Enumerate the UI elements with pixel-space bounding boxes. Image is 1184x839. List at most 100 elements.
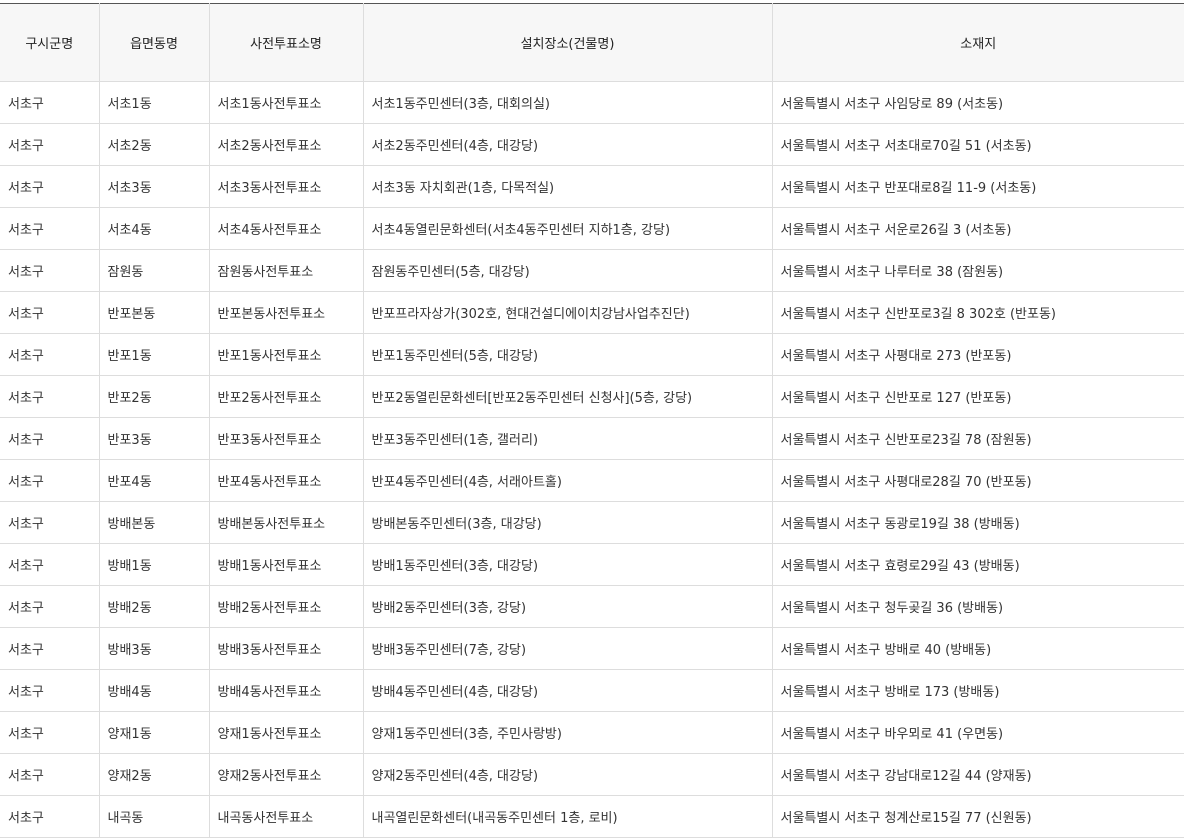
cell-polling-station: 방배본동사전투표소 (209, 501, 364, 544)
cell-location-building: 서초2동주민센터(4층, 대강당) (363, 123, 773, 166)
cell-dong: 양재1동 (99, 711, 210, 754)
cell-district: 서초구 (0, 207, 100, 250)
table-row: 서초구 반포3동 반포3동사전투표소 반포3동주민센터(1층, 갤러리) 서울특별시 서… (0, 417, 1184, 460)
header-location-building: 설치장소(건물명) (363, 3, 773, 82)
table-row: 서초구 서초2동 서초2동사전투표소 서초2동주민센터(4층, 대강당) 서울특별시 서… (0, 123, 1184, 166)
header-dong: 읍면동명 (99, 3, 210, 82)
table-body: 서초구 서초1동 서초1동사전투표소 서초1동주민센터(3층, 대회의실) 서울특별시 … (0, 81, 1184, 838)
table-row: 서초구 방배4동 방배4동사전투표소 방배4동주민센터(4층, 대강당) 서울특별시 서… (0, 669, 1184, 712)
cell-dong: 방배3동 (99, 627, 210, 670)
cell-polling-station: 반포4동사전투표소 (209, 459, 364, 502)
cell-district: 서초구 (0, 291, 100, 334)
cell-address: 서울특별시 서초구 방배로 40 (방배동) (772, 627, 1184, 670)
cell-polling-station: 내곡동사전투표소 (209, 795, 364, 838)
cell-dong: 반포3동 (99, 417, 210, 460)
table-row: 서초구 반포본동 반포본동사전투표소 반포프라자상가(302호, 현대건설디에이치강남… (0, 291, 1184, 334)
header-polling-station: 사전투표소명 (209, 3, 364, 82)
cell-address: 서울특별시 서초구 신반포로3길 8 302호 (반포동) (772, 291, 1184, 334)
cell-polling-station: 서초3동사전투표소 (209, 165, 364, 208)
cell-address: 서울특별시 서초구 신반포로23길 78 (잠원동) (772, 417, 1184, 460)
cell-address: 서울특별시 서초구 사평대로 273 (반포동) (772, 333, 1184, 376)
cell-polling-station: 방배4동사전투표소 (209, 669, 364, 712)
cell-address: 서울특별시 서초구 신반포로 127 (반포동) (772, 375, 1184, 418)
cell-dong: 방배본동 (99, 501, 210, 544)
cell-location-building: 양재1동주민센터(3층, 주민사랑방) (363, 711, 773, 754)
cell-polling-station: 서초2동사전투표소 (209, 123, 364, 166)
cell-address: 서울특별시 서초구 강남대로12길 44 (양재동) (772, 753, 1184, 796)
table-row: 서초구 서초3동 서초3동사전투표소 서초3동 자치회관(1층, 다목적실) 서울특별시… (0, 165, 1184, 208)
cell-district: 서초구 (0, 459, 100, 502)
cell-dong: 방배2동 (99, 585, 210, 628)
table-row: 서초구 잠원동 잠원동사전투표소 잠원동주민센터(5층, 대강당) 서울특별시 서초구 … (0, 249, 1184, 292)
cell-polling-station: 방배3동사전투표소 (209, 627, 364, 670)
cell-address: 서울특별시 서초구 서운로26길 3 (서초동) (772, 207, 1184, 250)
cell-district: 서초구 (0, 711, 100, 754)
cell-polling-station: 반포1동사전투표소 (209, 333, 364, 376)
cell-polling-station: 서초1동사전투표소 (209, 81, 364, 124)
cell-location-building: 반포1동주민센터(5층, 대강당) (363, 333, 773, 376)
cell-district: 서초구 (0, 123, 100, 166)
cell-district: 서초구 (0, 627, 100, 670)
table-row: 서초구 양재1동 양재1동사전투표소 양재1동주민센터(3층, 주민사랑방) 서울특별시… (0, 711, 1184, 754)
cell-district: 서초구 (0, 669, 100, 712)
cell-dong: 방배4동 (99, 669, 210, 712)
cell-dong: 내곡동 (99, 795, 210, 838)
cell-district: 서초구 (0, 417, 100, 460)
cell-polling-station: 방배2동사전투표소 (209, 585, 364, 628)
cell-polling-station: 잠원동사전투표소 (209, 249, 364, 292)
cell-location-building: 서초3동 자치회관(1층, 다목적실) (363, 165, 773, 208)
cell-address: 서울특별시 서초구 사평대로28길 70 (반포동) (772, 459, 1184, 502)
header-district: 구시군명 (0, 3, 100, 82)
cell-location-building: 방배1동주민센터(3층, 대강당) (363, 543, 773, 586)
cell-polling-station: 양재2동사전투표소 (209, 753, 364, 796)
table-row: 서초구 내곡동 내곡동사전투표소 내곡열린문화센터(내곡동주민센터 1층, 로비) 서울… (0, 795, 1184, 838)
cell-polling-station: 서초4동사전투표소 (209, 207, 364, 250)
cell-polling-station: 반포본동사전투표소 (209, 291, 364, 334)
cell-location-building: 방배4동주민센터(4층, 대강당) (363, 669, 773, 712)
cell-polling-station: 반포2동사전투표소 (209, 375, 364, 418)
cell-location-building: 방배2동주민센터(3층, 강당) (363, 585, 773, 628)
cell-location-building: 서초4동열린문화센터(서초4동주민센터 지하1층, 강당) (363, 207, 773, 250)
cell-district: 서초구 (0, 81, 100, 124)
cell-location-building: 잠원동주민센터(5층, 대강당) (363, 249, 773, 292)
cell-location-building: 방배3동주민센터(7층, 강당) (363, 627, 773, 670)
cell-district: 서초구 (0, 249, 100, 292)
table-row: 서초구 서초4동 서초4동사전투표소 서초4동열린문화센터(서초4동주민센터 지하1층… (0, 207, 1184, 250)
table-row: 서초구 반포1동 반포1동사전투표소 반포1동주민센터(5층, 대강당) 서울특별시 서… (0, 333, 1184, 376)
cell-address: 서울특별시 서초구 나루터로 38 (잠원동) (772, 249, 1184, 292)
cell-district: 서초구 (0, 585, 100, 628)
cell-polling-station: 양재1동사전투표소 (209, 711, 364, 754)
cell-location-building: 반포3동주민센터(1층, 갤러리) (363, 417, 773, 460)
cell-dong: 서초4동 (99, 207, 210, 250)
table-row: 서초구 반포4동 반포4동사전투표소 반포4동주민센터(4층, 서래아트홀) 서울특별시… (0, 459, 1184, 502)
cell-polling-station: 반포3동사전투표소 (209, 417, 364, 460)
cell-address: 서울특별시 서초구 사임당로 89 (서초동) (772, 81, 1184, 124)
cell-location-building: 내곡열린문화센터(내곡동주민센터 1층, 로비) (363, 795, 773, 838)
cell-district: 서초구 (0, 543, 100, 586)
cell-polling-station: 방배1동사전투표소 (209, 543, 364, 586)
cell-dong: 양재2동 (99, 753, 210, 796)
table-row: 서초구 반포2동 반포2동사전투표소 반포2동열린문화센터[반포2동주민센터 신청사]… (0, 375, 1184, 418)
cell-location-building: 방배본동주민센터(3층, 대강당) (363, 501, 773, 544)
header-address: 소재지 (772, 3, 1184, 82)
cell-district: 서초구 (0, 375, 100, 418)
cell-dong: 반포본동 (99, 291, 210, 334)
cell-address: 서울특별시 서초구 바우뫼로 41 (우면동) (772, 711, 1184, 754)
cell-dong: 반포4동 (99, 459, 210, 502)
cell-address: 서울특별시 서초구 청계산로15길 77 (신원동) (772, 795, 1184, 838)
cell-dong: 방배1동 (99, 543, 210, 586)
cell-location-building: 서초1동주민센터(3층, 대회의실) (363, 81, 773, 124)
cell-address: 서울특별시 서초구 동광로19길 38 (방배동) (772, 501, 1184, 544)
cell-address: 서울특별시 서초구 효령로29길 43 (방배동) (772, 543, 1184, 586)
cell-address: 서울특별시 서초구 청두곶길 36 (방배동) (772, 585, 1184, 628)
cell-dong: 서초1동 (99, 81, 210, 124)
table-row: 서초구 양재2동 양재2동사전투표소 양재2동주민센터(4층, 대강당) 서울특별시 서… (0, 753, 1184, 796)
cell-location-building: 반포4동주민센터(4층, 서래아트홀) (363, 459, 773, 502)
cell-address: 서울특별시 서초구 서초대로70길 51 (서초동) (772, 123, 1184, 166)
cell-dong: 반포2동 (99, 375, 210, 418)
cell-location-building: 양재2동주민센터(4층, 대강당) (363, 753, 773, 796)
cell-district: 서초구 (0, 795, 100, 838)
table-row: 서초구 방배2동 방배2동사전투표소 방배2동주민센터(3층, 강당) 서울특별시 서초… (0, 585, 1184, 628)
cell-district: 서초구 (0, 333, 100, 376)
cell-district: 서초구 (0, 753, 100, 796)
